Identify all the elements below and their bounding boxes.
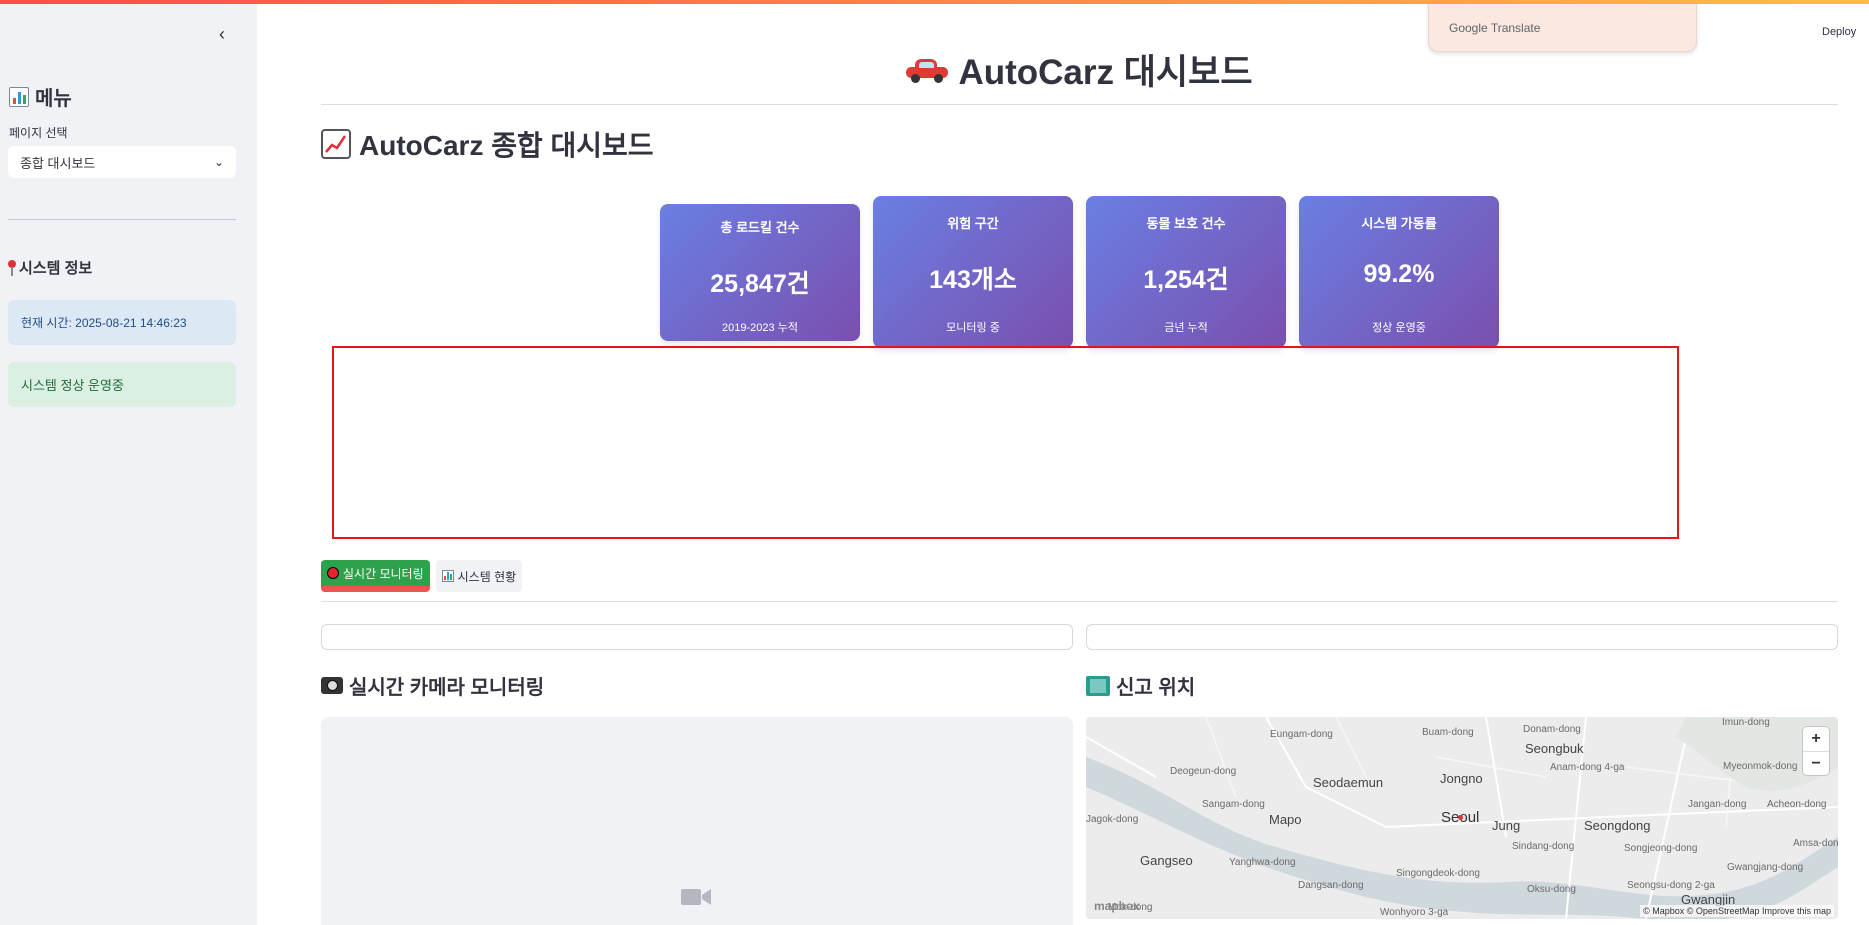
camera-icon [321,677,343,694]
menu-title-text: 메뉴 [35,88,72,110]
metric-card-title: 시스템 가동률 [1361,216,1437,231]
map-place-label: Buam-dong [1422,727,1474,738]
map-attribution[interactable]: © Mapbox © OpenStreetMap Improve this ma… [1640,905,1834,917]
metric-card-value: 1,254건 [1143,266,1229,294]
system-info-title: 시스템 정보 [8,257,92,278]
system-status-alert: 시스템 정상 운영중 [8,362,236,407]
camera-feed-placeholder [321,717,1073,925]
page-title-text: AutoCarz 대시보드 [958,53,1253,92]
metric-card-sub: 금년 누적 [1164,322,1208,334]
page-select[interactable]: 종합 대시보드 ⌄ [8,146,236,178]
sidebar-menu-title: 메뉴 [9,82,72,111]
highlight-box [332,346,1679,539]
map-place-label: Wonhyoro 3-ga [1380,907,1449,918]
map-icon [1086,675,1110,696]
metric-card-animal-protection: 동물 보호 건수 1,254건 금년 누적 [1086,196,1286,348]
zoom-in-button[interactable]: + [1803,727,1829,751]
current-time-alert: 현재 시간: 2025-08-21 14:46:23 [8,300,236,345]
map-place-label: Jagok-dong [1086,814,1139,825]
chart-increasing-icon [321,129,351,159]
empty-container-right [1086,624,1838,650]
dashboard-subtitle-text: AutoCarz 종합 대시보드 [359,130,654,161]
map-place-label: Singongdeok-dong [1396,868,1480,879]
map-place-label: Seongdong [1584,818,1651,833]
title-divider [321,104,1838,105]
chevron-down-icon: ⌄ [213,155,224,169]
page-title: AutoCarz 대시보드 [321,44,1838,95]
map-place-label: Seodaemun [1313,775,1384,790]
report-location-marker[interactable] [1458,815,1463,820]
map-place-label: Jangan-dong [1688,799,1747,810]
page-select-value: 종합 대시보드 [20,155,96,171]
map-place-label: Acheon-dong [1767,799,1827,810]
tab-system-status[interactable]: 시스템 현황 [435,560,523,592]
chevron-left-icon[interactable]: ‹ [212,24,232,44]
camera-section-title-text: 실시간 카메라 모니터링 [349,677,545,699]
google-translate-label: Google Translate [1449,21,1541,35]
map-place-label: Gangseo [1140,853,1193,868]
map-section-title: 신고 위치 [1086,671,1195,700]
metric-card-uptime: 시스템 가동률 99.2% 정상 운영중 [1299,196,1499,348]
tab-bar: 실시간 모니터링 시스템 현황 [321,560,523,592]
map-place-label: Sindang-dong [1512,841,1575,852]
camera-section-title: 실시간 카메라 모니터링 [321,671,544,700]
map-place-label: Gwangjang-dong [1727,862,1804,873]
empty-container-left [321,624,1073,650]
sidebar-divider [8,219,236,220]
metric-card-value: 143개소 [929,266,1017,294]
tab-realtime-monitoring[interactable]: 실시간 모니터링 [321,560,430,592]
map-place-label: Anam-dong 4-ga [1550,762,1625,773]
metric-card-value: 99.2% [1363,260,1435,288]
map-place-label: Deogeun-dong [1170,766,1237,777]
metric-card-value: 25,847건 [710,270,810,298]
map-zoom-control: + − [1803,727,1829,775]
metric-card-title: 위험 구간 [947,216,999,231]
top-gradient-bar [0,0,1869,4]
bar-chart-icon [9,86,29,107]
map-place-label: Donam-dong [1523,724,1581,735]
sidebar: ‹ 메뉴 페이지 선택 종합 대시보드 ⌄ 시스템 정보 현재 시간: 2025… [0,0,257,925]
video-camera-icon [681,889,711,905]
metric-card-sub: 2019-2023 누적 [722,322,798,334]
map-place-label: Sangam-dong [1202,799,1265,810]
metric-card-sub: 모니터링 중 [946,322,1000,334]
map-place-label: Imun-dong [1722,717,1770,728]
metric-card-danger-zones: 위험 구간 143개소 모니터링 중 [873,196,1073,348]
map-place-label: Songjeong-dong [1624,843,1698,854]
map-place-label: Seongsu-dong 2-ga [1627,880,1715,891]
car-icon [906,57,949,83]
tab-label: 시스템 현황 [457,569,517,584]
tab-label: 실시간 모니터링 [343,566,424,581]
map-place-label: Jongno [1440,771,1483,786]
map-place-label: Jung [1492,818,1521,833]
map-place-label: Eungam-dong [1270,729,1333,740]
system-info-text: 시스템 정보 [19,260,93,277]
map-section-title-text: 신고 위치 [1116,677,1196,699]
deploy-button[interactable]: Deploy [1822,26,1856,38]
map-place-label: Myeonmok-dong [1723,761,1798,772]
bar-chart-icon [441,570,454,582]
zoom-out-button[interactable]: − [1803,751,1829,775]
map-place-label: Dangsan-dong [1298,880,1364,891]
metric-card-title: 총 로드킬 건수 [720,220,800,235]
metric-card-title: 동물 보호 건수 [1146,216,1226,231]
report-location-map[interactable]: Donam-dong Eungam-dong Buam-dong Seongbu… [1086,717,1838,919]
metric-card-sub: 정상 운영중 [1372,322,1426,334]
dashboard-subtitle: AutoCarz 종합 대시보드 [321,124,654,164]
mapbox-logo[interactable]: mapbox [1094,899,1140,913]
map-place-label: Oksu-dong [1527,884,1576,895]
map-place-label: Amsa-dong [1793,838,1838,849]
page-select-label: 페이지 선택 [9,126,68,140]
map-place-label: Seongbuk [1525,741,1584,756]
pin-icon [8,259,16,276]
map-place-label: Yanghwa-dong [1229,857,1296,868]
map-place-label: Mapo [1269,812,1302,827]
metric-card-roadkill: 총 로드킬 건수 25,847건 2019-2023 누적 [660,204,860,341]
tab-divider [321,601,1838,602]
red-circle-icon [327,567,339,579]
